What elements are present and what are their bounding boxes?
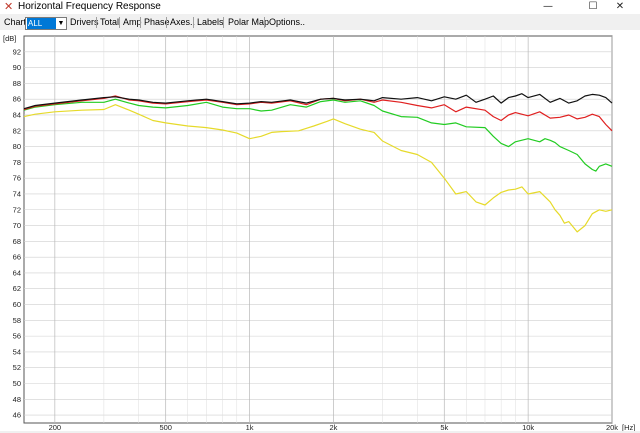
- labels-button[interactable]: Labels: [197, 17, 224, 28]
- title-bar: ✕ Horizontal Frequency Response — ☐ ✕: [0, 0, 640, 14]
- toolbar-divider: [264, 17, 265, 28]
- toolbar-divider: [223, 17, 224, 28]
- x-tick-label: 500: [159, 423, 172, 431]
- y-tick-label: 64: [13, 268, 21, 277]
- close-button[interactable]: ✕: [600, 0, 640, 14]
- toolbar-divider: [140, 17, 141, 28]
- drivers-button[interactable]: Drivers: [70, 17, 99, 28]
- toolbar-divider: [193, 17, 194, 28]
- x-tick-label: 5k: [440, 423, 448, 431]
- toolbar-divider: [119, 17, 120, 28]
- x-tick-label: 20k: [606, 423, 618, 431]
- y-tick-label: 62: [13, 284, 21, 293]
- x-tick-label: 2k: [329, 423, 337, 431]
- x-cross-icon: ✕: [4, 0, 14, 13]
- y-tick-label: 54: [13, 347, 21, 356]
- y-tick-label: 66: [13, 253, 21, 262]
- y-tick-label: 78: [13, 158, 21, 167]
- y-tick-label: 46: [13, 411, 21, 420]
- y-tick-label: 82: [13, 126, 21, 135]
- x-tick-label: 1k: [246, 423, 254, 431]
- frequency-response-chart: 46 48 50 52 54 56 58 60 62 64 66 68 70 72 74 76 78 80 82 84…: [3, 34, 635, 432]
- chevron-down-icon[interactable]: ▼: [57, 18, 65, 29]
- polar-map-button[interactable]: Polar Map: [228, 17, 269, 28]
- y-tick-label: 84: [13, 110, 21, 119]
- toolbar: Chart ALL ▼ Drivers Total Amp Phase Axes…: [0, 15, 640, 30]
- y-tick-label: 48: [13, 395, 21, 404]
- total-button[interactable]: Total: [100, 17, 119, 28]
- x-tick-label: 200: [49, 423, 62, 431]
- y-tick-label: 90: [13, 63, 21, 72]
- options-button[interactable]: Options..: [269, 17, 305, 28]
- y-tick-label: 76: [13, 174, 21, 183]
- minimize-button[interactable]: —: [528, 0, 568, 14]
- amp-button[interactable]: Amp: [123, 17, 142, 28]
- x-tick-label: 10k: [522, 423, 534, 431]
- toolbar-divider: [96, 17, 97, 28]
- y-tick-label: 56: [13, 332, 21, 341]
- y-tick-label: 50: [13, 379, 21, 388]
- y-tick-label: 68: [13, 237, 21, 246]
- y-tick-label: 86: [13, 95, 21, 104]
- y-tick-label: 72: [13, 205, 21, 214]
- chart-label: Chart: [4, 17, 27, 27]
- y-tick-label: 88: [13, 79, 21, 88]
- y-tick-label: 92: [13, 47, 21, 56]
- y-tick-label: 60: [13, 300, 21, 309]
- toolbar-divider: [166, 17, 167, 28]
- window-title: Horizontal Frequency Response: [18, 1, 161, 12]
- axes-button[interactable]: Axes..: [170, 17, 195, 28]
- chart-select-value: ALL: [27, 18, 56, 29]
- y-tick-label: 74: [13, 189, 21, 198]
- y-tick-label: 52: [13, 363, 21, 372]
- plot-area: 46 48 50 52 54 56 58 60 62 64 66 68 70 72 74 76 78 80 82 84…: [0, 30, 640, 432]
- x-axis-label: [Hz]: [622, 423, 635, 431]
- y-tick-label: 58: [13, 316, 21, 325]
- y-axis-label: [dB]: [3, 34, 16, 43]
- y-tick-label: 70: [13, 221, 21, 230]
- y-tick-label: 80: [13, 142, 21, 151]
- chart-select[interactable]: ALL ▼: [25, 17, 67, 30]
- plot-frame: [23, 35, 613, 424]
